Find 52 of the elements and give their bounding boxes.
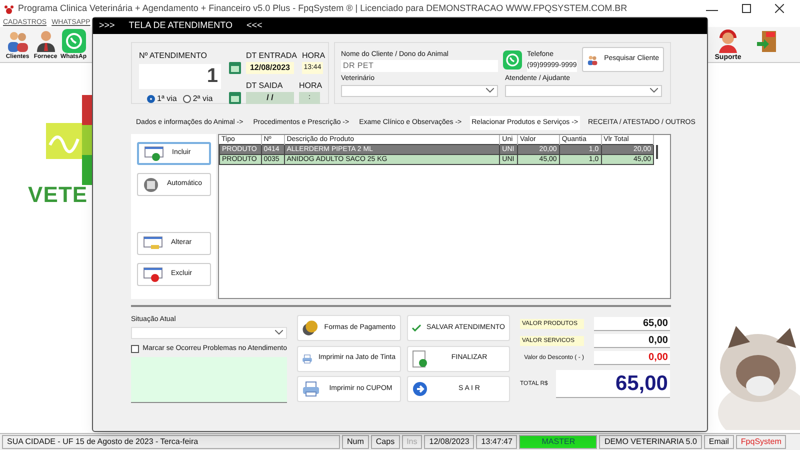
status-location: SUA CIDADE - UF 15 de Agosto de 2023 - Terca-feira [2,435,340,449]
radio-option[interactable]: 2ª via [182,93,213,105]
maximize-button[interactable] [742,4,751,13]
total-value: 0,00 [594,334,670,348]
document-check-icon [412,350,428,368]
insert-status: Ins [402,435,422,449]
field-label: DT SAIDA [246,80,284,92]
close-icon[interactable] [775,4,784,13]
scrollbar-thumb[interactable] [656,145,658,159]
chat-icon [503,48,522,72]
total-value: 0,00 [594,351,670,365]
title-marker: >>> [99,19,115,32]
dialog-title: TELA DE ATENDIMENTO [128,19,232,32]
notes-field[interactable] [131,357,287,403]
edit-icon [143,236,163,252]
field-label: HORA [302,50,326,62]
num-lock-status: Num [342,435,369,449]
field-label: Nº ATENDIMENTO [139,50,208,62]
delete-icon [143,266,163,282]
client-name-field[interactable]: DR PET [341,60,498,72]
logo-text: VETE [28,181,88,209]
add-icon [144,146,164,162]
user-status: MASTER [519,435,598,449]
title-marker: <<< [246,19,262,32]
field-label: DT ENTRADA [246,50,297,62]
brand-status: FpqSystem [736,435,786,449]
paw-icon [4,4,14,14]
calendar-icon[interactable] [229,62,241,74]
calendar-icon[interactable] [229,92,241,104]
calculator-icon [143,176,159,192]
status-date: 12/08/2023 [424,435,474,449]
date-field[interactable]: 12/08/2023 [246,62,294,74]
people-icon [6,29,30,53]
dropdown-caret-icon [275,330,283,335]
field-label: HORA [299,80,322,92]
dropdown-field[interactable] [341,84,498,96]
total-value: 65,00 [594,317,670,331]
date-field[interactable]: / / [246,92,294,104]
email-status[interactable]: Email [704,435,734,449]
attendance-number-field[interactable]: 1 [139,64,221,89]
dropdown-field[interactable] [505,84,662,96]
arrow-right-icon [412,381,428,398]
status-time: 13:47:47 [476,435,518,449]
window-title: Programa Clinica Veterinária + Agendamento + Financeiro v5.0 Plus - FpqSystem ® | Licenciado para DEMONSTRACAO WWW.FPQSYSTEM.COM.BR [18,2,628,15]
grand-total-value: 65,00 [556,370,670,398]
radio-option[interactable]: 1ª via [147,93,177,105]
company-status: DEMO VETERINARIA 5.0 [599,435,702,449]
dropdown-caret-icon [650,88,658,93]
caps-lock-status: Caps [370,435,400,449]
printer-icon [302,381,320,398]
headset-person-icon [716,29,740,53]
dropdown-caret-icon [486,88,494,93]
